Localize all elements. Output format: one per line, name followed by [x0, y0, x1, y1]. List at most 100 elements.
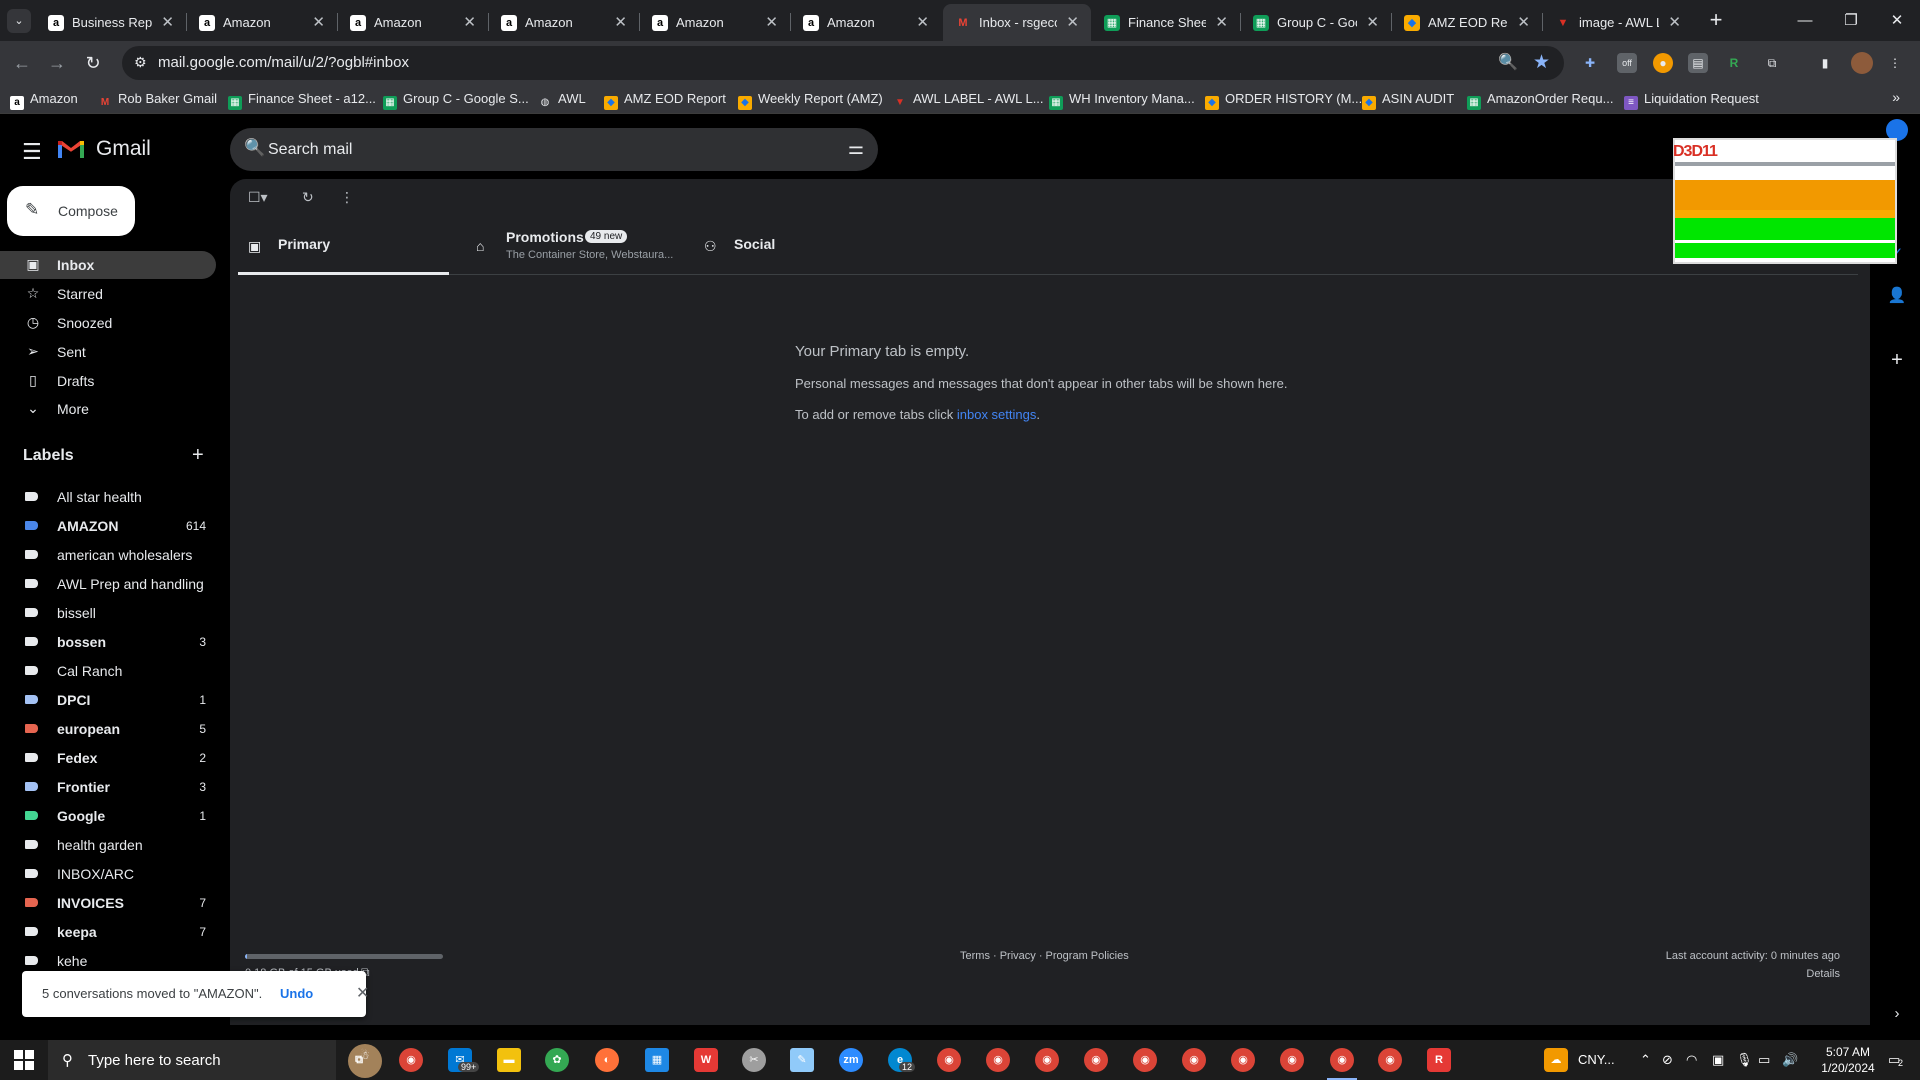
bookmark-item[interactable]: ◆ Weekly Report (AMZ) [738, 90, 883, 110]
browser-tab[interactable]: a Amazon ✕ [187, 4, 337, 41]
close-icon[interactable]: ✕ [463, 4, 476, 41]
refresh-icon[interactable]: ↻ [302, 189, 314, 206]
main-menu-icon[interactable]: ☰ [22, 139, 42, 165]
close-icon[interactable]: ✕ [1668, 4, 1681, 41]
notepad-icon[interactable]: ✎ [790, 1048, 814, 1072]
reload-button[interactable]: ↻ [79, 49, 107, 77]
device-icon[interactable]: ▣ [1712, 1052, 1724, 1068]
bookmark-item[interactable]: ◆ ASIN AUDIT [1362, 90, 1454, 110]
close-icon[interactable]: ✕ [765, 4, 778, 41]
label-item[interactable]: INVOICES 7 [0, 889, 216, 917]
back-button[interactable]: ← [8, 49, 36, 77]
close-icon[interactable]: ✕ [1517, 4, 1530, 41]
tab-promotions[interactable]: ⌂ Promotions 49 new The Container Store,… [466, 219, 688, 275]
expand-panel-icon[interactable]: › [1886, 1003, 1908, 1025]
undo-button[interactable]: Undo [280, 986, 313, 1001]
taskbar-search[interactable]: ⚲ Type here to search [48, 1040, 336, 1080]
side-panel-icon[interactable]: ▮ [1815, 53, 1835, 73]
browser-tab[interactable]: ◆ AMZ EOD Rep ✕ [1392, 4, 1542, 41]
label-item[interactable]: bissell [0, 599, 216, 627]
windows-start-icon[interactable] [14, 1050, 34, 1070]
extension-puzzle-blue-icon[interactable]: ✚ [1580, 53, 1600, 73]
forward-button[interactable]: → [43, 49, 71, 77]
zoom-icon[interactable]: zm [839, 1048, 863, 1072]
bookmark-item[interactable]: M Rob Baker Gmail [98, 90, 217, 108]
clock[interactable]: 5:07 AM 1/20/2024 [1816, 1044, 1880, 1076]
firefox-icon[interactable]: ◐ [595, 1048, 619, 1072]
close-icon[interactable]: ✕ [1066, 4, 1079, 41]
footer-links[interactable]: Terms · Privacy · Program Policies [960, 950, 1129, 962]
nav-snoozed[interactable]: ◷ Snoozed [0, 309, 216, 337]
label-item[interactable]: health garden [0, 831, 216, 859]
bookmark-item[interactable]: ▼ AWL LABEL - AWL L... [893, 90, 1043, 108]
calculator-icon[interactable]: ▦ [645, 1048, 669, 1072]
volume-icon[interactable]: 🔊 [1782, 1052, 1798, 1068]
weather-icon[interactable]: ☁ [1544, 1048, 1568, 1072]
label-item[interactable]: Fedex 2 [0, 744, 216, 772]
gmail-logo-icon[interactable] [58, 138, 84, 158]
chevron-up-icon[interactable]: ⌃ [1640, 1052, 1651, 1068]
close-icon[interactable]: ✕ [161, 4, 174, 41]
zoom-icon[interactable]: 🔍 [1498, 52, 1518, 72]
close-icon[interactable]: ✕ [916, 4, 929, 41]
inbox-settings-link[interactable]: inbox settings [957, 407, 1037, 422]
nav-drafts[interactable]: ▯ Drafts [0, 367, 216, 395]
browser-tab[interactable]: a Amazon ✕ [489, 4, 639, 41]
battery-icon[interactable]: ▭ [1758, 1052, 1770, 1068]
bookmark-item[interactable]: ▦ WH Inventory Mana... [1049, 90, 1195, 110]
search-options-icon[interactable]: ⚌ [848, 138, 864, 159]
browser-tab[interactable]: ▦ Group C - Goo ✕ [1241, 4, 1391, 41]
file-explorer-icon[interactable]: ▬ [497, 1048, 521, 1072]
photos-icon[interactable]: ✿ [545, 1048, 569, 1072]
extension-off-icon[interactable]: off [1617, 53, 1637, 73]
label-item[interactable]: All star health [0, 483, 216, 511]
contacts-icon[interactable]: 👤 [1886, 285, 1908, 307]
extension-r-icon[interactable]: R [1724, 53, 1744, 73]
label-item[interactable]: european 5 [0, 715, 216, 743]
chrome-active-icon[interactable]: ◉ [1330, 1048, 1354, 1072]
chrome-menu-icon[interactable]: ⋮ [1885, 53, 1905, 73]
minimize-button[interactable]: — [1782, 0, 1828, 41]
nav-more[interactable]: ⌄ More [0, 395, 216, 423]
label-item[interactable]: Cal Ranch [0, 657, 216, 685]
bookmark-item[interactable]: ◆ ORDER HISTORY (M... [1205, 90, 1362, 110]
bookmark-item[interactable]: ▦ AmazonOrder Requ... [1467, 90, 1613, 110]
new-tab-button[interactable]: + [1702, 6, 1730, 34]
tab-primary[interactable]: ▣ Primary [238, 219, 449, 275]
extensions-icon[interactable]: ⧉ [1762, 53, 1782, 73]
close-icon[interactable]: ✕ [1366, 4, 1379, 41]
restore-button[interactable]: ❐ [1828, 0, 1874, 41]
extension-grid-icon[interactable]: ▤ [1688, 53, 1708, 73]
url-text[interactable]: mail.google.com/mail/u/2/?ogbl#inbox [158, 54, 409, 71]
tab-social[interactable]: ⚇ Social [694, 219, 874, 275]
close-window-button[interactable]: ✕ [1874, 0, 1920, 41]
browser-tab[interactable]: a Business Repor ✕ [36, 4, 186, 41]
bookmark-item[interactable]: ◆ AMZ EOD Report [604, 90, 726, 110]
bookmark-star-icon[interactable]: ★ [1533, 51, 1550, 74]
bookmarks-overflow-icon[interactable]: » [1892, 89, 1900, 105]
address-bar[interactable]: ⚙ mail.google.com/mail/u/2/?ogbl#inbox 🔍… [122, 46, 1564, 80]
task-view-icon[interactable]: ⧉ [347, 1048, 371, 1072]
bookmark-item[interactable]: a Amazon [10, 90, 78, 110]
profile-avatar[interactable] [1851, 52, 1873, 74]
chrome-profile-icon[interactable]: ◉ [1035, 1048, 1059, 1072]
network-off-icon[interactable]: ⊘ [1662, 1052, 1673, 1068]
close-icon[interactable]: ✕ [614, 4, 627, 41]
label-item[interactable]: Google 1 [0, 802, 216, 830]
wps-icon[interactable]: W [694, 1048, 718, 1072]
compose-button[interactable]: ✎ Compose [7, 186, 135, 236]
label-item[interactable]: INBOX/ARC [0, 860, 216, 888]
chrome-icon[interactable]: ◉ [399, 1048, 423, 1072]
label-item[interactable]: american wholesalers [0, 541, 216, 569]
more-options-icon[interactable]: ⋮ [340, 189, 354, 206]
chrome-profile-icon[interactable]: ◉ [1231, 1048, 1255, 1072]
label-item[interactable]: Frontier 3 [0, 773, 216, 801]
bookmark-item[interactable]: ▦ Group C - Google S... [383, 90, 529, 110]
site-info-icon[interactable]: ⚙ [134, 54, 147, 71]
browser-tab[interactable]: a Amazon ✕ [338, 4, 488, 41]
browser-tab[interactable]: a Amazon ✕ [640, 4, 790, 41]
search-input[interactable] [268, 136, 828, 163]
chrome-profile-icon[interactable]: ◉ [1280, 1048, 1304, 1072]
extension-orange-icon[interactable]: ● [1653, 53, 1673, 73]
nav-sent[interactable]: ➢ Sent [0, 338, 216, 366]
